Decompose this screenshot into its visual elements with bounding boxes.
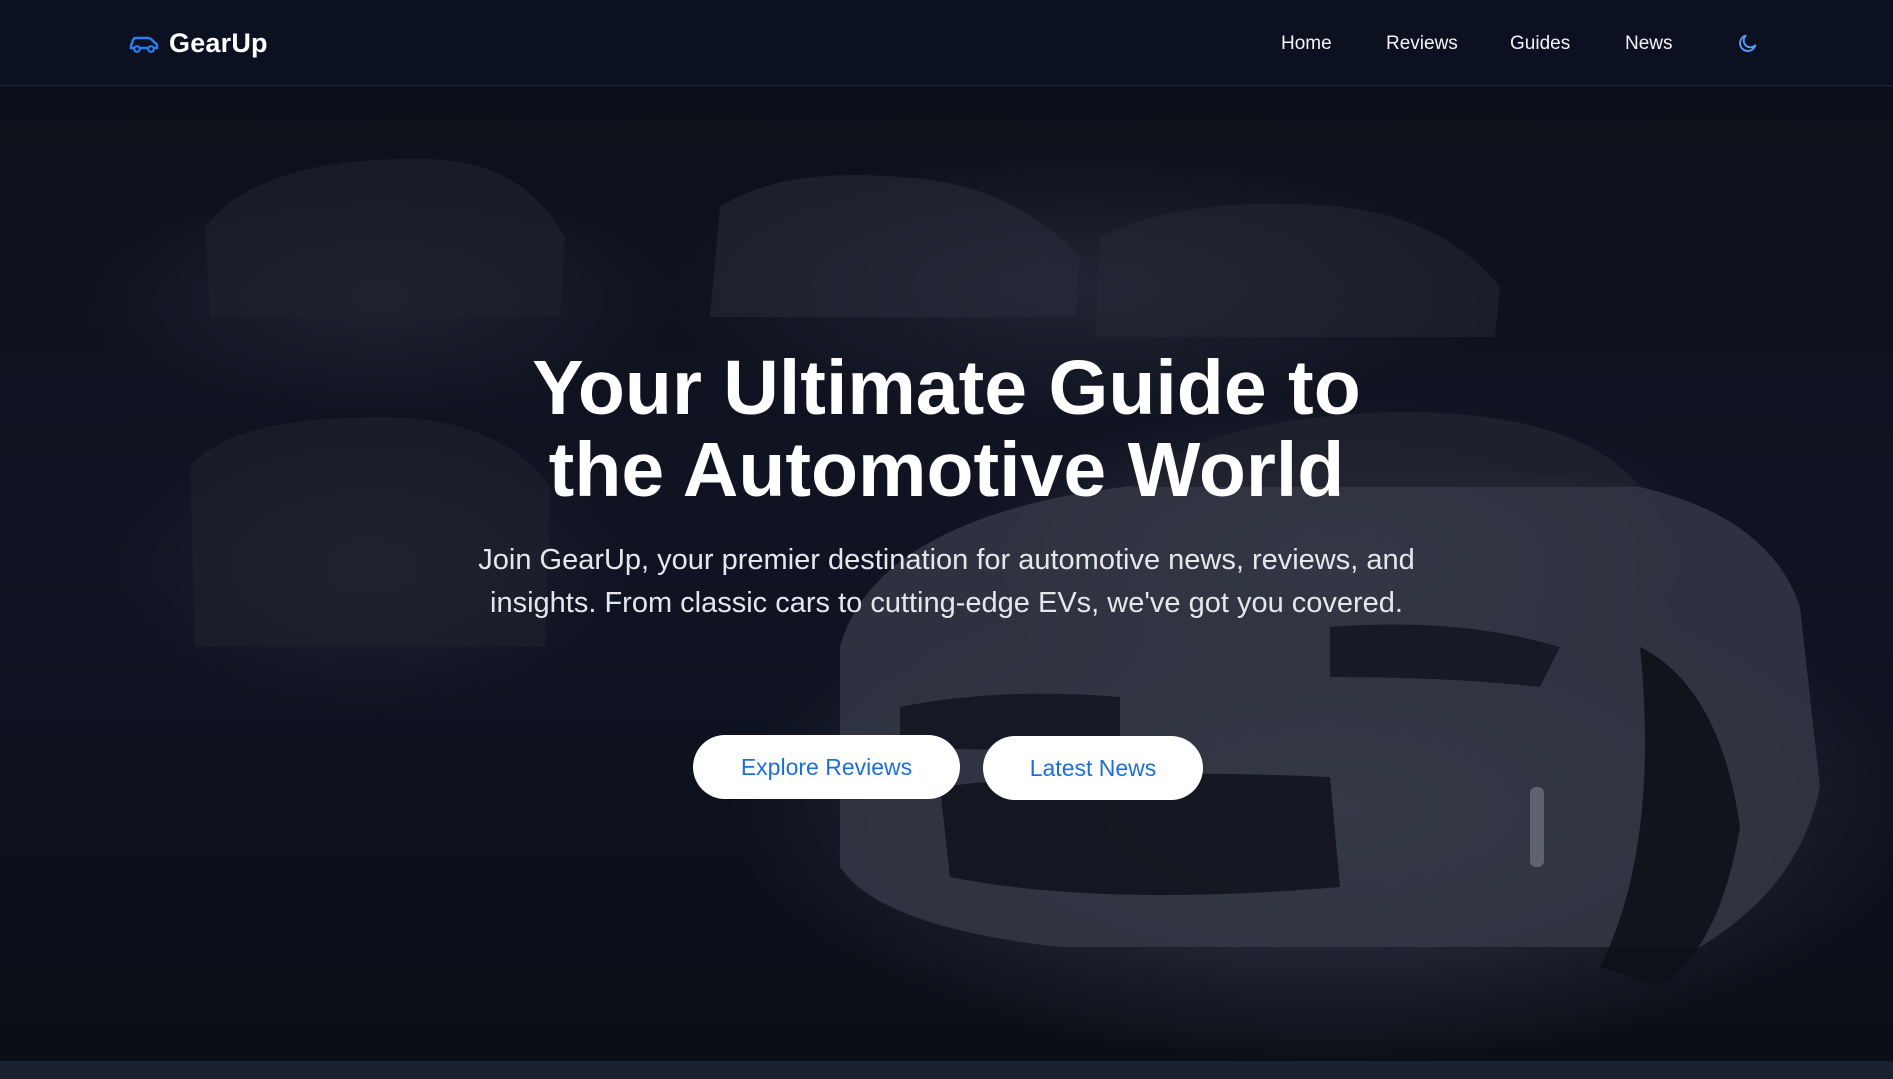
- top-navbar: GearUp Home Reviews Guides News: [0, 0, 1893, 86]
- nav-link-news[interactable]: News: [1625, 30, 1673, 58]
- hero-section: Your Ultimate Guide to the Automotive Wo…: [0, 87, 1893, 1061]
- nav-link-home[interactable]: Home: [1281, 30, 1332, 58]
- brand-logo-link[interactable]: GearUp: [127, 24, 268, 62]
- hero-title: Your Ultimate Guide to the Automotive Wo…: [400, 347, 1493, 511]
- hero-title-line-2: the Automotive World: [548, 427, 1345, 513]
- moon-icon: [1739, 34, 1757, 52]
- explore-reviews-button[interactable]: Explore Reviews: [693, 735, 960, 799]
- hero-subtitle: Join GearUp, your premier destination fo…: [478, 544, 1415, 619]
- brand-name: GearUp: [169, 27, 268, 58]
- car-icon: [129, 36, 159, 53]
- latest-news-button[interactable]: Latest News: [983, 736, 1203, 800]
- next-section-edge: [0, 1061, 1893, 1079]
- theme-toggle-button[interactable]: [1736, 31, 1760, 55]
- nav-link-reviews[interactable]: Reviews: [1386, 30, 1458, 58]
- nav-link-guides[interactable]: Guides: [1510, 30, 1570, 58]
- hero-content: Your Ultimate Guide to the Automotive Wo…: [0, 87, 1893, 1061]
- hero-title-line-1: Your Ultimate Guide to: [532, 345, 1361, 431]
